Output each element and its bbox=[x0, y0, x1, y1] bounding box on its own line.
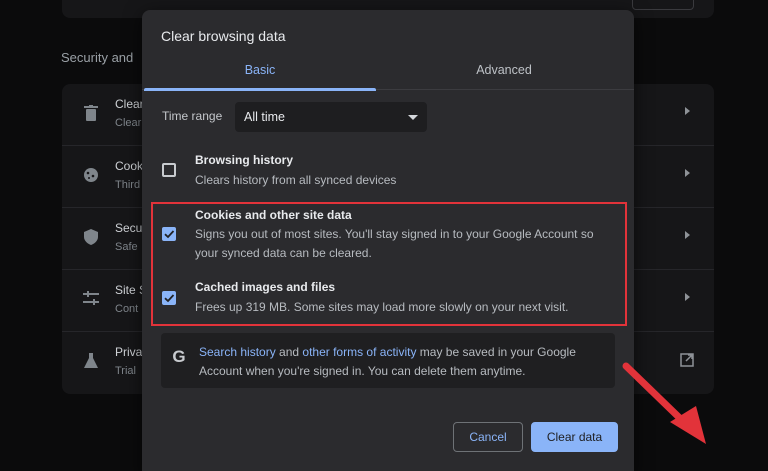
option-title: Browsing history bbox=[195, 153, 294, 167]
row-subtitle: Clear bbox=[115, 117, 142, 129]
external-link-icon bbox=[680, 353, 694, 367]
cancel-button[interactable]: Cancel bbox=[453, 422, 523, 452]
tab-advanced[interactable]: Advanced bbox=[388, 58, 620, 90]
chevron-right-icon bbox=[685, 231, 690, 239]
settings-top-button[interactable] bbox=[632, 0, 694, 10]
flask-icon bbox=[82, 353, 100, 371]
search-history-link[interactable]: Search history bbox=[199, 345, 276, 359]
google-account-notice: G Search history and other forms of acti… bbox=[161, 333, 615, 388]
dialog-title: Clear browsing data bbox=[161, 28, 286, 44]
trash-icon bbox=[82, 105, 100, 123]
section-title: Security and bbox=[61, 50, 134, 65]
clear-browsing-data-dialog: Clear browsing data Basic Advanced Time … bbox=[142, 10, 706, 471]
row-title: Clear bbox=[115, 97, 144, 111]
red-highlight-box bbox=[151, 202, 627, 326]
tab-basic[interactable]: Basic bbox=[144, 58, 376, 91]
dropdown-caret-icon bbox=[408, 115, 418, 120]
google-g-icon: G bbox=[172, 347, 186, 366]
time-range-label: Time range bbox=[162, 109, 223, 123]
row-title: Secu bbox=[115, 221, 143, 235]
chevron-right-icon bbox=[685, 169, 690, 177]
row-subtitle: Third bbox=[115, 179, 141, 191]
cookie-icon bbox=[82, 167, 100, 185]
chevron-right-icon bbox=[685, 293, 690, 301]
time-range-value: All time bbox=[244, 110, 285, 124]
shield-icon bbox=[82, 229, 100, 247]
other-activity-link[interactable]: other forms of activity bbox=[302, 345, 416, 359]
notice-connector: and bbox=[275, 345, 303, 359]
clear-data-button[interactable]: Clear data bbox=[531, 422, 618, 452]
sliders-icon bbox=[82, 291, 100, 309]
dialog-tabs: Basic Advanced bbox=[142, 58, 634, 91]
time-range-select[interactable]: All time bbox=[235, 102, 427, 132]
row-subtitle: Trial bbox=[115, 365, 136, 377]
checkbox-browsing-history[interactable] bbox=[162, 163, 176, 177]
notice-text: Search history and other forms of activi… bbox=[199, 343, 599, 381]
option-description: Clears history from all synced devices bbox=[195, 173, 397, 187]
row-subtitle: Cont bbox=[115, 303, 139, 315]
chevron-right-icon bbox=[685, 107, 690, 115]
row-title: Cook bbox=[115, 159, 144, 173]
row-subtitle: Safe bbox=[115, 241, 138, 253]
row-title: Priva bbox=[115, 345, 143, 359]
